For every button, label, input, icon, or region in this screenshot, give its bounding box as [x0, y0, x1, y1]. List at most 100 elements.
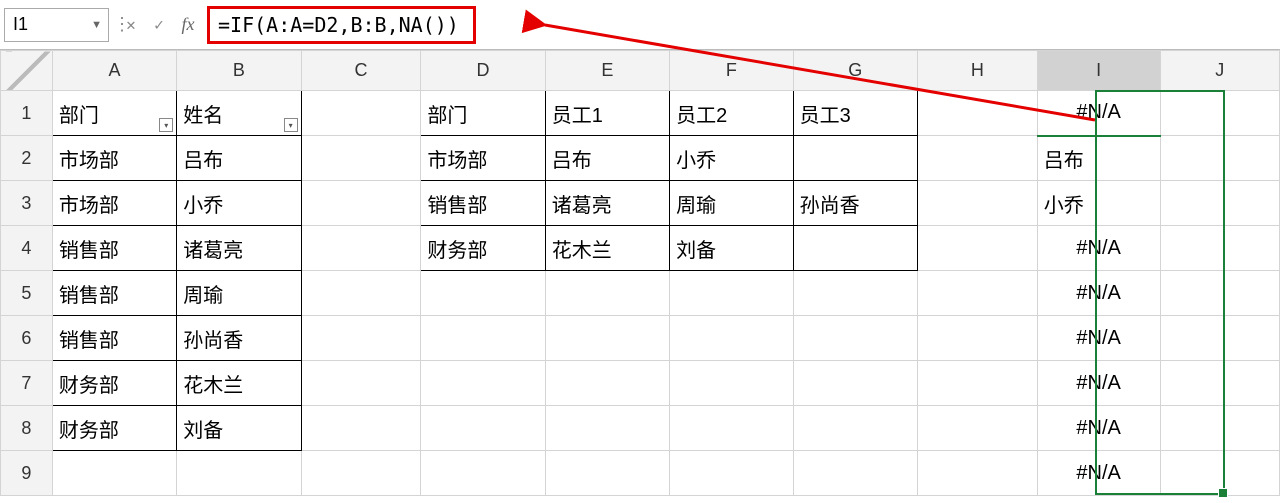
row-header-3[interactable]: 3	[1, 181, 53, 226]
cell-J5[interactable]	[1160, 271, 1279, 316]
cell-G3[interactable]: 孙尚香	[793, 181, 917, 226]
formula-input[interactable]: =IF(A:A=D2,B:B,NA())	[218, 13, 459, 37]
cell-H4[interactable]	[917, 226, 1037, 271]
cell-H1[interactable]	[917, 91, 1037, 136]
col-header-D[interactable]: D	[421, 51, 545, 91]
cell-E6[interactable]	[545, 316, 669, 361]
cell-C9[interactable]	[301, 451, 421, 496]
cell-J7[interactable]	[1160, 361, 1279, 406]
cell-E1[interactable]: 员工1	[545, 91, 669, 136]
row-header-9[interactable]: 9	[1, 451, 53, 496]
cell-A9[interactable]	[52, 451, 176, 496]
col-header-A[interactable]: A	[52, 51, 176, 91]
cell-A1[interactable]: 部门▾	[52, 91, 176, 136]
cell-H3[interactable]	[917, 181, 1037, 226]
cell-I1[interactable]: #N/A	[1037, 91, 1160, 136]
cell-H7[interactable]	[917, 361, 1037, 406]
cell-D4[interactable]: 财务部	[421, 226, 545, 271]
cell-G5[interactable]	[793, 271, 917, 316]
filter-icon[interactable]: ▾	[159, 118, 173, 132]
cell-F9[interactable]	[670, 451, 794, 496]
cell-J9[interactable]	[1160, 451, 1279, 496]
cell-B1[interactable]: 姓名▾	[177, 91, 301, 136]
cell-J6[interactable]	[1160, 316, 1279, 361]
cell-C4[interactable]	[301, 226, 421, 271]
cell-H8[interactable]	[917, 406, 1037, 451]
cell-G7[interactable]	[793, 361, 917, 406]
cell-J4[interactable]	[1160, 226, 1279, 271]
cell-F7[interactable]	[670, 361, 794, 406]
cell-D5[interactable]	[421, 271, 545, 316]
cell-J8[interactable]	[1160, 406, 1279, 451]
row-header-7[interactable]: 7	[1, 361, 53, 406]
cell-A3[interactable]: 市场部	[52, 181, 176, 226]
cell-I2[interactable]: 吕布	[1037, 136, 1160, 181]
cell-C3[interactable]	[301, 181, 421, 226]
cell-F6[interactable]	[670, 316, 794, 361]
cell-A6[interactable]: 销售部	[52, 316, 176, 361]
cell-F2[interactable]: 小乔	[670, 136, 794, 181]
fx-icon[interactable]: fx	[173, 8, 203, 42]
cell-A7[interactable]: 财务部	[52, 361, 176, 406]
cell-E3[interactable]: 诸葛亮	[545, 181, 669, 226]
cell-F1[interactable]: 员工2	[670, 91, 794, 136]
cell-D9[interactable]	[421, 451, 545, 496]
row-header-5[interactable]: 5	[1, 271, 53, 316]
filter-icon[interactable]: ▾	[284, 118, 298, 132]
cell-J3[interactable]	[1160, 181, 1279, 226]
cell-G8[interactable]	[793, 406, 917, 451]
cell-G2[interactable]	[793, 136, 917, 181]
cell-G6[interactable]	[793, 316, 917, 361]
col-header-E[interactable]: E	[545, 51, 669, 91]
row-header-6[interactable]: 6	[1, 316, 53, 361]
cell-D7[interactable]	[421, 361, 545, 406]
cell-A2[interactable]: 市场部	[52, 136, 176, 181]
cell-J2[interactable]	[1160, 136, 1279, 181]
cell-B5[interactable]: 周瑜	[177, 271, 301, 316]
col-header-B[interactable]: B	[177, 51, 301, 91]
cell-I4[interactable]: #N/A	[1037, 226, 1160, 271]
cell-F3[interactable]: 周瑜	[670, 181, 794, 226]
cell-D3[interactable]: 销售部	[421, 181, 545, 226]
cell-I8[interactable]: #N/A	[1037, 406, 1160, 451]
col-header-H[interactable]: H	[917, 51, 1037, 91]
cell-D8[interactable]	[421, 406, 545, 451]
cell-J1[interactable]	[1160, 91, 1279, 136]
confirm-icon[interactable]: ✓	[145, 8, 173, 42]
cell-I5[interactable]: #N/A	[1037, 271, 1160, 316]
cell-I7[interactable]: #N/A	[1037, 361, 1160, 406]
row-header-2[interactable]: 2	[1, 136, 53, 181]
col-header-C[interactable]: C	[301, 51, 421, 91]
cell-F5[interactable]	[670, 271, 794, 316]
select-all-corner[interactable]	[1, 51, 53, 91]
cell-E9[interactable]	[545, 451, 669, 496]
cell-C5[interactable]	[301, 271, 421, 316]
cell-H6[interactable]	[917, 316, 1037, 361]
cell-F8[interactable]	[670, 406, 794, 451]
cell-G4[interactable]	[793, 226, 917, 271]
cell-E8[interactable]	[545, 406, 669, 451]
cell-G9[interactable]	[793, 451, 917, 496]
cell-D1[interactable]: 部门	[421, 91, 545, 136]
cell-D6[interactable]	[421, 316, 545, 361]
row-header-1[interactable]: 1	[1, 91, 53, 136]
col-header-I[interactable]: I	[1037, 51, 1160, 91]
cell-C6[interactable]	[301, 316, 421, 361]
spreadsheet-grid[interactable]: A B C D E F G H I J 1 部门▾ 姓名▾ 部门 员工1 员工2…	[0, 50, 1280, 496]
cell-B4[interactable]: 诸葛亮	[177, 226, 301, 271]
cell-H2[interactable]	[917, 136, 1037, 181]
col-header-F[interactable]: F	[670, 51, 794, 91]
cell-C8[interactable]	[301, 406, 421, 451]
cell-A8[interactable]: 财务部	[52, 406, 176, 451]
row-header-8[interactable]: 8	[1, 406, 53, 451]
cell-C1[interactable]	[301, 91, 421, 136]
cell-A4[interactable]: 销售部	[52, 226, 176, 271]
cell-B2[interactable]: 吕布	[177, 136, 301, 181]
cell-H5[interactable]	[917, 271, 1037, 316]
cell-E2[interactable]: 吕布	[545, 136, 669, 181]
col-header-G[interactable]: G	[793, 51, 917, 91]
name-box[interactable]: I1 ▼	[4, 8, 109, 42]
col-header-J[interactable]: J	[1160, 51, 1279, 91]
cell-B7[interactable]: 花木兰	[177, 361, 301, 406]
cell-B9[interactable]	[177, 451, 301, 496]
